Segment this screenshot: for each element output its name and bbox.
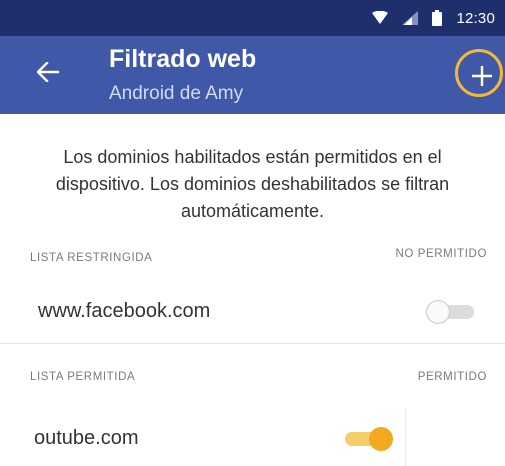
toggle-knob (426, 300, 450, 324)
plus-icon (472, 66, 492, 86)
arrow-left-icon (37, 62, 59, 82)
domain-toggle[interactable] (424, 298, 480, 324)
battery-icon (432, 10, 443, 26)
restricted-status-label: NO PERMITIDO (395, 248, 487, 260)
allowed-status-label: PERMITIDO (417, 371, 487, 383)
page-title: Filtrado web (109, 45, 257, 73)
domain-label: outube.com (34, 427, 139, 449)
status-icons: 12:30 (372, 0, 495, 36)
app-bar: Filtrado web Android de Amy (0, 36, 505, 114)
add-domain-button[interactable] (458, 52, 505, 100)
status-bar: 12:30 (0, 0, 505, 36)
back-button[interactable] (30, 54, 66, 90)
wifi-icon (372, 11, 389, 24)
description-text: Los dominios habilitados están permitido… (55, 147, 450, 221)
separator-line (405, 409, 406, 466)
signal-icon (402, 11, 419, 25)
status-time: 12:30 (456, 9, 495, 27)
allowed-list-label: LISTA PERMITIDA (30, 371, 136, 383)
domain-toggle[interactable] (339, 425, 395, 451)
restricted-list-label: LISTA RESTRINGIDA (30, 252, 153, 264)
divider (0, 343, 505, 344)
toggle-knob (369, 427, 393, 451)
domain-label: www.facebook.com (38, 300, 211, 322)
page-subtitle: Android de Amy (109, 83, 244, 104)
